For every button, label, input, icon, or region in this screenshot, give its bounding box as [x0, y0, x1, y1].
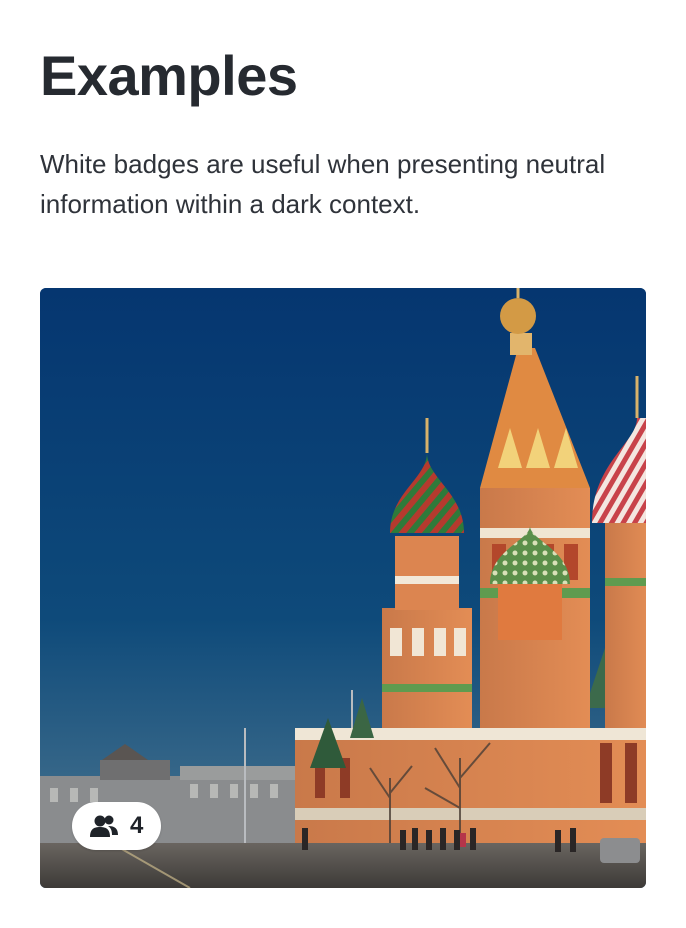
users-icon [90, 814, 118, 838]
page: Examples White badges are useful when pr… [0, 0, 686, 928]
page-title: Examples [40, 44, 298, 107]
cathedral-image [40, 288, 646, 888]
badge-count: 4 [130, 812, 144, 839]
image-card[interactable]: 4 [40, 288, 646, 888]
page-description: White badges are useful when presenting … [40, 149, 606, 219]
member-count-badge: 4 [72, 802, 162, 850]
